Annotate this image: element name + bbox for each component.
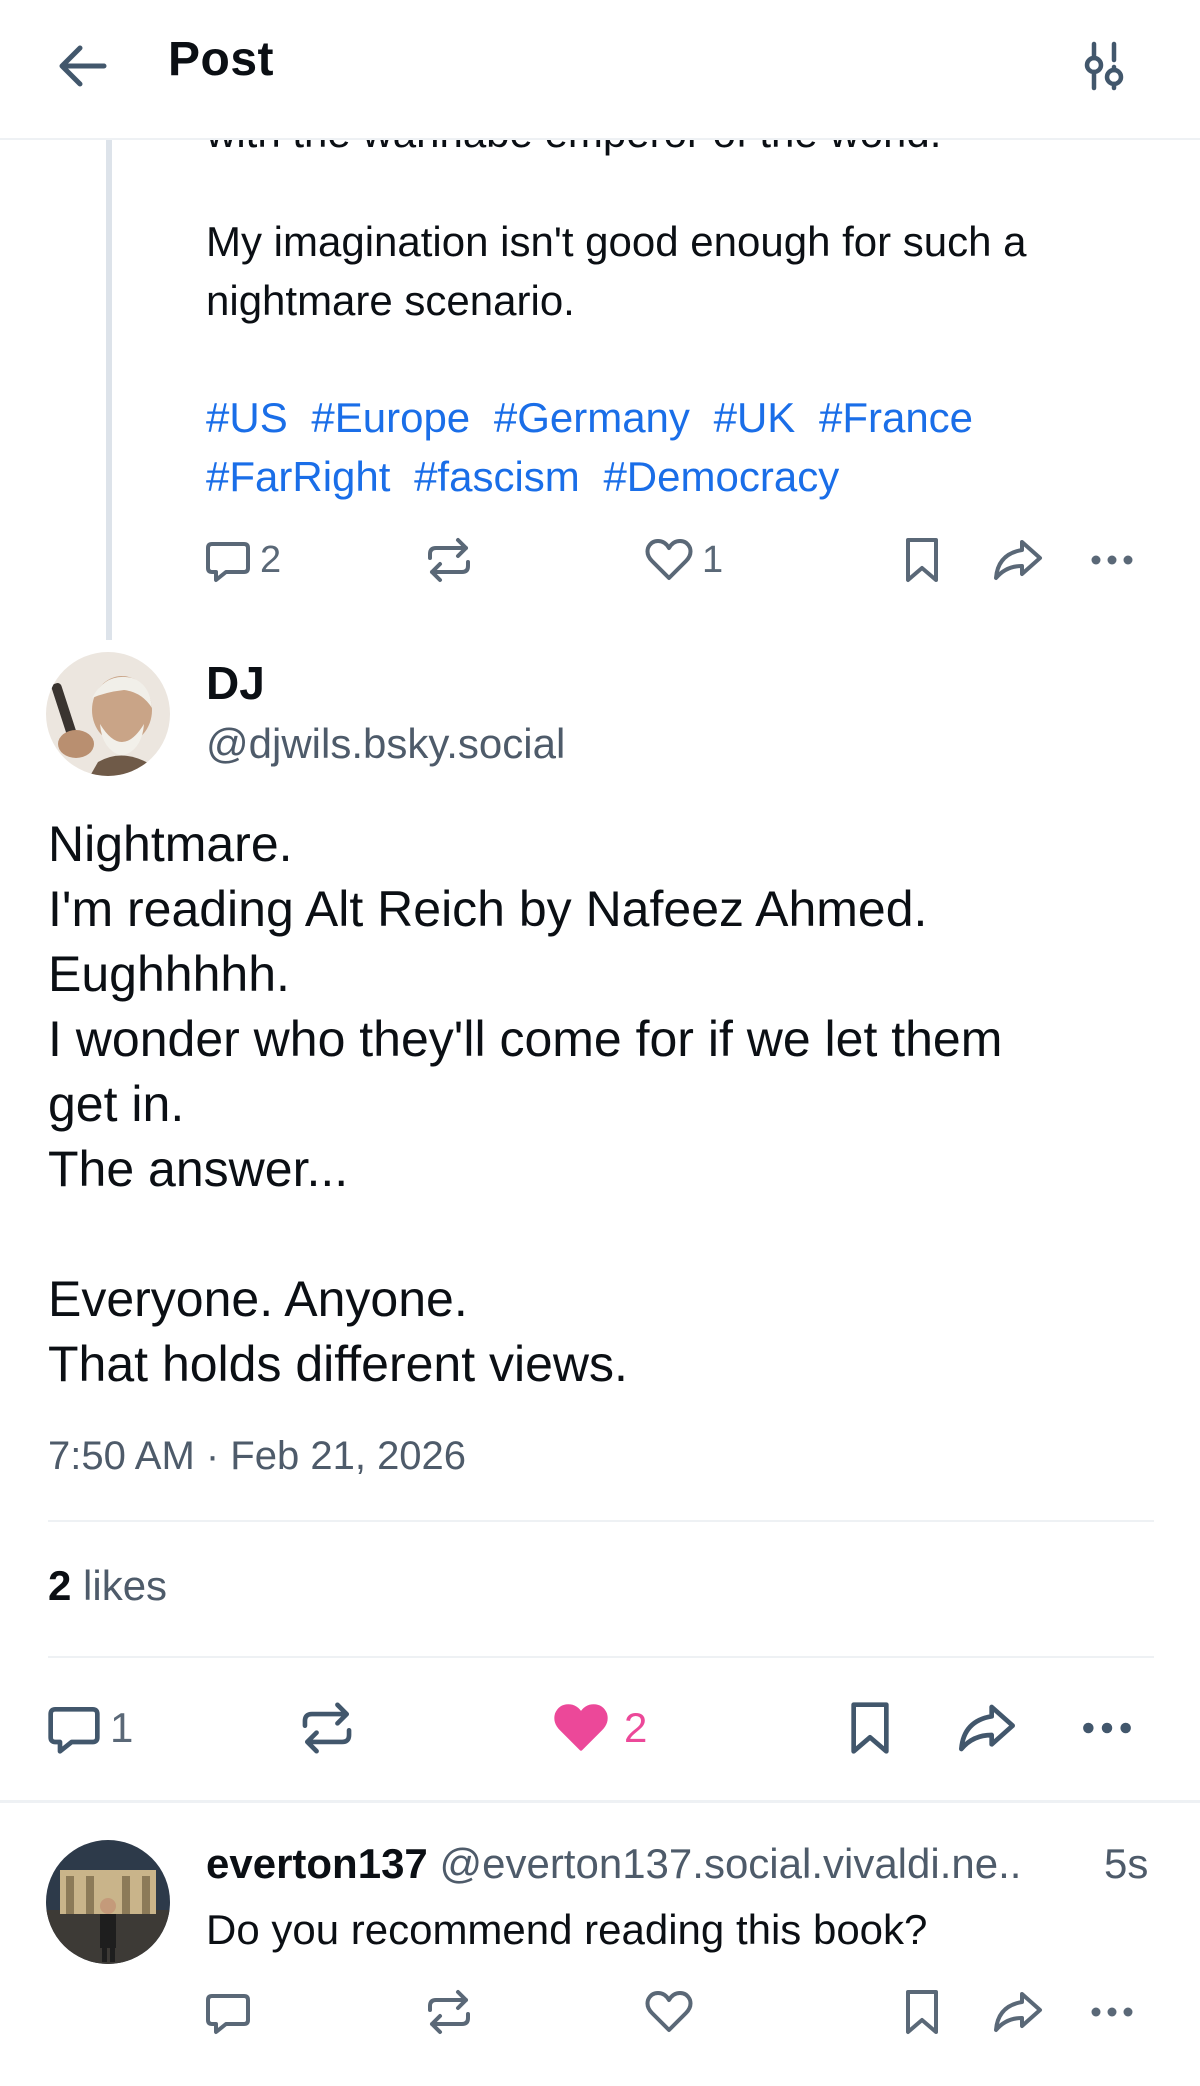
like-count: 2 [624, 1704, 648, 1751]
hashtag-link[interactable]: #US [206, 394, 288, 441]
more-options-icon [1091, 555, 1133, 565]
likes-label: likes [71, 1562, 168, 1609]
hashtag-link[interactable]: #Europe [311, 394, 470, 441]
share-arrow-icon [994, 1992, 1042, 2032]
post-text-line: I wonder who they'll come for if we let … [48, 1011, 1003, 1067]
thread-settings-button[interactable] [1076, 38, 1132, 94]
reply-avatar-image [46, 1840, 170, 1964]
heart-icon [645, 1991, 693, 2032]
parent-more-button[interactable] [1086, 536, 1138, 584]
repost-icon [302, 1702, 352, 1754]
reply-repost-button[interactable] [424, 1988, 474, 2036]
section-separator [0, 1800, 1200, 1803]
heart-icon [645, 539, 693, 580]
author-avatar-image [46, 652, 170, 776]
like-button[interactable]: 2 [552, 1700, 647, 1756]
comment-icon [206, 1994, 250, 2034]
post-timestamp[interactable]: 7:50 AM · Feb 21, 2026 [48, 1434, 466, 1479]
sliders-icon [1084, 41, 1124, 91]
reply-count: 2 [260, 538, 282, 581]
post-text-line: Eughhhhh. [48, 946, 290, 1002]
author-handle[interactable]: @djwils.bsky.social [206, 720, 565, 768]
reply-timestamp: 5s [1104, 1840, 1149, 1887]
post-text: Nightmare. I'm reading Alt Reich by Nafe… [48, 812, 1158, 1397]
author-name[interactable]: DJ [206, 656, 265, 710]
more-options-icon [1091, 2007, 1133, 2017]
reply-share-button[interactable] [992, 1988, 1044, 2036]
reply-bookmark-button[interactable] [902, 1988, 942, 2036]
reply-more-button[interactable] [1086, 1988, 1138, 2036]
reply-author-line[interactable]: everton137 @everton137.social.vivaldi.ne… [206, 1840, 1021, 1888]
reply-author-name: everton137 [206, 1840, 428, 1887]
repost-icon [428, 1990, 470, 2034]
bookmark-icon [906, 1990, 938, 2034]
post-text-line: Nightmare. [48, 816, 293, 872]
comment-icon [48, 1707, 100, 1754]
hashtag-link[interactable]: #Democracy [603, 453, 839, 500]
parent-repost-button[interactable] [424, 536, 474, 584]
parent-share-button[interactable] [992, 536, 1044, 584]
hashtag-link[interactable]: #Germany [494, 394, 690, 441]
share-arrow-icon [994, 540, 1042, 580]
post-text-line: get in. [48, 1076, 185, 1132]
parent-post-text: My imagination isn't good enough for suc… [206, 218, 1027, 324]
divider [48, 1656, 1154, 1658]
repost-icon [428, 538, 470, 582]
reply-count: 1 [110, 1704, 134, 1751]
reply-like-button[interactable] [644, 1988, 694, 2036]
post-text-line: The answer... [48, 1141, 349, 1197]
arrow-left-icon [59, 45, 107, 87]
likes-summary[interactable]: 2 likes [48, 1562, 167, 1610]
divider [48, 1520, 1154, 1522]
post-text-line: Everyone. Anyone. [48, 1271, 468, 1327]
repost-button[interactable] [298, 1700, 356, 1756]
hashtag-link[interactable]: #UK [714, 394, 796, 441]
page-title: Post [168, 33, 275, 86]
back-button[interactable] [52, 36, 122, 96]
reply-text: Do you recommend reading this book? [206, 1906, 928, 1953]
post-text-line: That holds different views. [48, 1336, 628, 1392]
bookmark-icon [906, 538, 938, 582]
top-bar: Post [0, 0, 1200, 140]
reply-author-handle: @everton137.social.vivaldi.ne.. [439, 1840, 1022, 1887]
heart-filled-icon [554, 1704, 608, 1751]
parent-bookmark-button[interactable] [902, 536, 942, 584]
author-avatar[interactable] [46, 652, 170, 776]
bookmark-icon [851, 1702, 889, 1754]
post-text-line [48, 1202, 1158, 1267]
likes-number: 2 [48, 1562, 72, 1609]
share-button[interactable] [956, 1700, 1018, 1756]
post-text-line: I'm reading Alt Reich by Nafeez Ahmed. [48, 881, 928, 937]
thread-connector-line [106, 138, 112, 640]
more-options-icon [1083, 1722, 1131, 1734]
bookmark-button[interactable] [846, 1700, 894, 1756]
like-count: 1 [702, 538, 724, 581]
hashtag-link[interactable]: #France [819, 394, 973, 441]
reply-reply-button[interactable] [204, 1988, 252, 2036]
reply-button[interactable]: 1 [46, 1700, 133, 1756]
parent-like-button[interactable]: 1 [644, 536, 723, 584]
reply-author-avatar[interactable] [46, 1840, 170, 1964]
share-arrow-icon [958, 1704, 1015, 1752]
more-button[interactable] [1076, 1700, 1138, 1756]
comment-icon [206, 542, 250, 582]
parent-reply-button[interactable]: 2 [204, 536, 281, 584]
parent-post-hashtags: #US #Europe #Germany #UK #France #FarRig… [206, 388, 1146, 506]
hashtag-link[interactable]: #fascism [414, 453, 580, 500]
hashtag-link[interactable]: #FarRight [206, 453, 390, 500]
